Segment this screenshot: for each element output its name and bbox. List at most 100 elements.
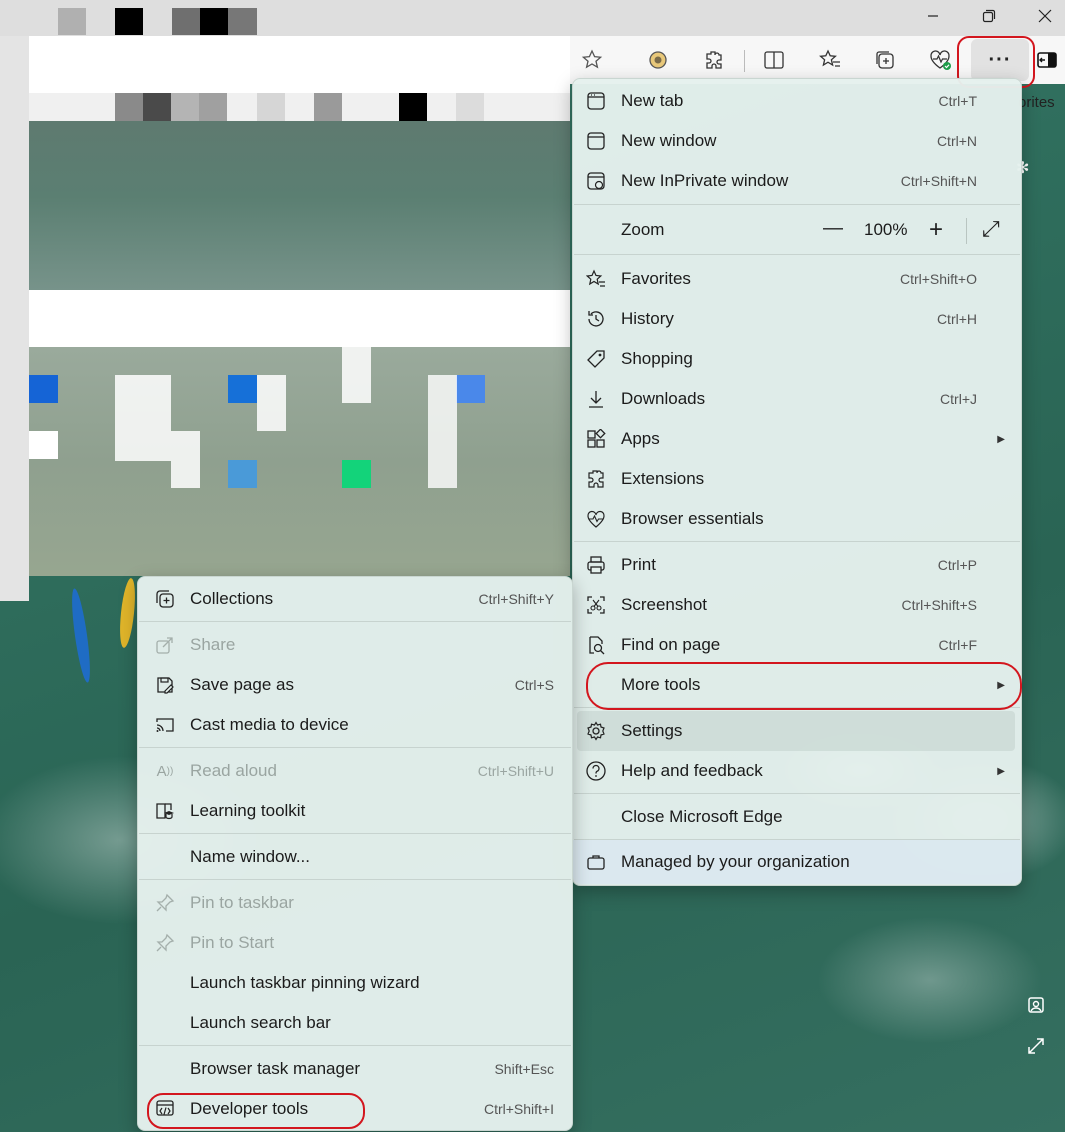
menu-separator bbox=[574, 204, 1020, 205]
menu-separator bbox=[574, 793, 1020, 794]
menu-item-new-tab[interactable]: New tab Ctrl+T bbox=[573, 81, 1021, 121]
favorites-icon[interactable] bbox=[818, 48, 842, 72]
menu-item-label: Pin to taskbar bbox=[190, 893, 294, 912]
menu-item-zoom: Zoom — 100% + ⤢ bbox=[573, 210, 1021, 250]
menu-item-browser-essentials[interactable]: Browser essentials bbox=[573, 499, 1021, 539]
menu-item-apps[interactable]: Apps ▶ bbox=[573, 419, 1021, 459]
split-screen-icon[interactable] bbox=[762, 48, 786, 72]
download-icon bbox=[585, 388, 607, 410]
menu-item-new-window[interactable]: New window Ctrl+N bbox=[573, 121, 1021, 161]
menu-item-shopping[interactable]: Shopping bbox=[573, 339, 1021, 379]
more-tools-submenu: Collections Ctrl+Shift+Y Share Save page… bbox=[137, 576, 573, 1131]
briefcase-icon bbox=[585, 851, 607, 873]
find-icon bbox=[585, 634, 607, 656]
menu-item-find-on-page[interactable]: Find on page Ctrl+F bbox=[573, 625, 1021, 665]
menu-item-settings[interactable]: Settings bbox=[577, 711, 1015, 751]
menu-item-label: Browser task manager bbox=[190, 1059, 361, 1078]
zoom-out-button[interactable]: — bbox=[823, 217, 843, 240]
shortcut-text: Ctrl+T bbox=[938, 93, 978, 109]
menu-item-label: Launch search bar bbox=[190, 1013, 331, 1032]
tab-thumbnail bbox=[172, 8, 200, 35]
add-favorite-star-icon[interactable] bbox=[580, 48, 604, 72]
menu-item-label: Screenshot bbox=[621, 595, 707, 614]
submenu-item-read-aloud: A)) Read aloud Ctrl+Shift+U bbox=[138, 751, 572, 791]
submenu-item-share: Share bbox=[138, 625, 572, 665]
menu-item-extensions[interactable]: Extensions bbox=[573, 459, 1021, 499]
menu-item-label: Downloads bbox=[621, 389, 706, 408]
shopping-tag-icon bbox=[585, 348, 607, 370]
share-icon bbox=[154, 634, 176, 656]
menu-item-label: Cast media to device bbox=[190, 715, 349, 734]
shortcut-text: Ctrl+N bbox=[936, 133, 977, 149]
collections-icon[interactable] bbox=[873, 48, 897, 72]
restore-button[interactable] bbox=[966, 0, 1012, 32]
shortcut-text: Ctrl+Shift+Y bbox=[478, 591, 554, 607]
menu-item-label: Shopping bbox=[621, 349, 693, 368]
submenu-item-launch-taskbar-pinning-wizard[interactable]: Launch taskbar pinning wizard bbox=[138, 963, 572, 1003]
shortcut-text: Ctrl+S bbox=[514, 677, 554, 693]
menu-item-downloads[interactable]: Downloads Ctrl+J bbox=[573, 379, 1021, 419]
tab-thumbnail bbox=[200, 8, 228, 35]
history-icon bbox=[585, 308, 607, 330]
profile-extension-icon[interactable] bbox=[646, 48, 670, 72]
screenshot-icon bbox=[585, 594, 607, 616]
print-icon bbox=[585, 554, 607, 576]
menu-separator bbox=[139, 621, 571, 622]
shortcut-text: Ctrl+J bbox=[940, 391, 977, 407]
extensions-icon bbox=[585, 468, 607, 490]
submenu-item-browser-task-manager[interactable]: Browser task manager Shift+Esc bbox=[138, 1049, 572, 1089]
learning-icon bbox=[154, 800, 176, 822]
menu-item-label: Read aloud bbox=[190, 761, 277, 780]
settings-and-more-button[interactable]: ··· bbox=[971, 39, 1029, 81]
shortcut-text: Ctrl+Shift+O bbox=[899, 271, 977, 287]
submenu-item-learning-toolkit[interactable]: Learning toolkit bbox=[138, 791, 572, 831]
menu-item-favorites[interactable]: Favorites Ctrl+Shift+O bbox=[573, 259, 1021, 299]
cast-icon bbox=[154, 714, 176, 736]
close-window-button[interactable] bbox=[1022, 0, 1065, 32]
menu-item-label: Name window... bbox=[190, 847, 310, 866]
menu-item-close-edge[interactable]: Close Microsoft Edge bbox=[573, 797, 1021, 837]
minimize-button[interactable] bbox=[910, 0, 956, 32]
help-icon bbox=[585, 760, 607, 782]
image-info-icon[interactable] bbox=[1027, 996, 1045, 1019]
favorites-icon bbox=[585, 268, 607, 290]
menu-item-label: Pin to Start bbox=[190, 933, 275, 952]
submenu-item-save-page-as[interactable]: Save page as Ctrl+S bbox=[138, 665, 572, 705]
menu-separator bbox=[139, 747, 571, 748]
menu-item-screenshot[interactable]: Screenshot Ctrl+Shift+S bbox=[573, 585, 1021, 625]
menu-item-print[interactable]: Print Ctrl+P bbox=[573, 545, 1021, 585]
fullscreen-button[interactable]: ⤢ bbox=[982, 216, 1000, 242]
menu-item-new-inprivate-window[interactable]: New InPrivate window Ctrl+Shift+N bbox=[573, 161, 1021, 201]
pin-icon bbox=[154, 892, 176, 914]
zoom-in-button[interactable]: + bbox=[929, 216, 943, 244]
submenu-arrow-icon: ▶ bbox=[997, 433, 1005, 445]
heart-pulse-icon bbox=[585, 508, 607, 530]
shortcut-text: Ctrl+F bbox=[938, 637, 978, 653]
apps-icon bbox=[585, 428, 607, 450]
shortcut-text: Ctrl+Shift+I bbox=[483, 1101, 554, 1117]
expand-background-icon[interactable] bbox=[1027, 1037, 1045, 1060]
shortcut-text: Ctrl+Shift+S bbox=[901, 597, 977, 613]
new-window-icon bbox=[585, 130, 607, 152]
submenu-item-collections[interactable]: Collections Ctrl+Shift+Y bbox=[138, 579, 572, 619]
extensions-icon[interactable] bbox=[702, 48, 726, 72]
gear-icon bbox=[585, 720, 607, 742]
menu-item-more-tools[interactable]: More tools ▶ bbox=[573, 665, 1021, 705]
menu-separator bbox=[574, 541, 1020, 542]
favorites-bar-partial-text[interactable]: orites bbox=[1018, 94, 1055, 111]
submenu-item-launch-search-bar[interactable]: Launch search bar bbox=[138, 1003, 572, 1043]
submenu-item-cast-media[interactable]: Cast media to device bbox=[138, 705, 572, 745]
submenu-item-name-window[interactable]: Name window... bbox=[138, 837, 572, 877]
menu-separator bbox=[574, 707, 1020, 708]
browser-essentials-icon[interactable] bbox=[928, 48, 952, 72]
tab-thumbnail bbox=[58, 8, 86, 35]
menu-item-help-and-feedback[interactable]: Help and feedback ▶ bbox=[573, 751, 1021, 791]
pin-icon bbox=[154, 932, 176, 954]
menu-item-label: Find on page bbox=[621, 635, 721, 654]
minimize-icon bbox=[928, 15, 938, 17]
submenu-item-developer-tools[interactable]: Developer tools Ctrl+Shift+I bbox=[138, 1089, 572, 1129]
sidebar-toggle-icon[interactable] bbox=[1035, 48, 1059, 72]
menu-item-managed-by-organization[interactable]: Managed by your organization bbox=[573, 840, 1021, 884]
browser-toolbar: ··· bbox=[570, 36, 1065, 84]
menu-item-history[interactable]: History Ctrl+H bbox=[573, 299, 1021, 339]
